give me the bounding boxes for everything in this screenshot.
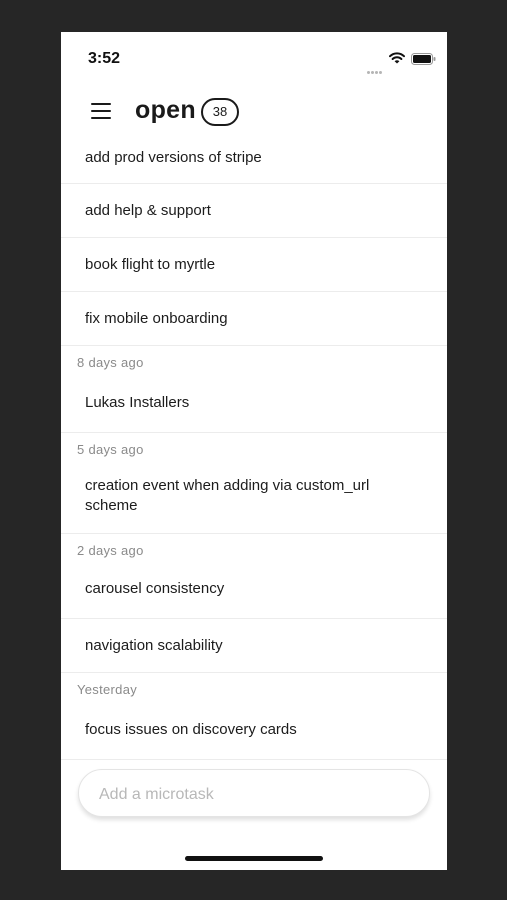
task-item[interactable]: carousel consistency [61,559,447,619]
hamburger-menu-icon[interactable] [91,102,111,120]
cellular-signal-icon [367,61,383,79]
task-item[interactable]: focus issues on discovery cards [61,698,447,760]
add-microtask-field[interactable] [78,769,430,817]
battery-icon [411,53,436,65]
task-count-badge: 38 [201,98,239,126]
status-time: 3:52 [88,50,121,67]
group-date-label: 8 days ago [77,355,144,370]
task-item[interactable]: creation event when adding via custom_ur… [61,458,447,534]
task-item[interactable]: add prod versions of stripe [61,132,447,184]
task-list: add prod versions of stripe add help & s… [61,132,447,760]
status-bar: 3:52 [61,32,447,88]
task-item[interactable]: Lukas Installers [61,371,447,433]
task-item[interactable]: navigation scalability [61,619,447,673]
group-date-label: 5 days ago [77,442,144,457]
task-item[interactable]: book flight to myrtle [61,238,447,292]
task-item[interactable]: fix mobile onboarding [61,292,447,346]
group-date-label: Yesterday [77,682,138,697]
app-screen: 3:52 open 38 add prod versions of stripe… [61,32,447,870]
task-item[interactable]: add help & support [61,184,447,238]
group-date-label: 2 days ago [77,543,144,558]
home-indicator [185,856,323,861]
wifi-icon [389,52,405,64]
header: open 38 [61,92,447,134]
add-microtask-input[interactable] [97,782,411,808]
page-title: open [135,96,196,124]
